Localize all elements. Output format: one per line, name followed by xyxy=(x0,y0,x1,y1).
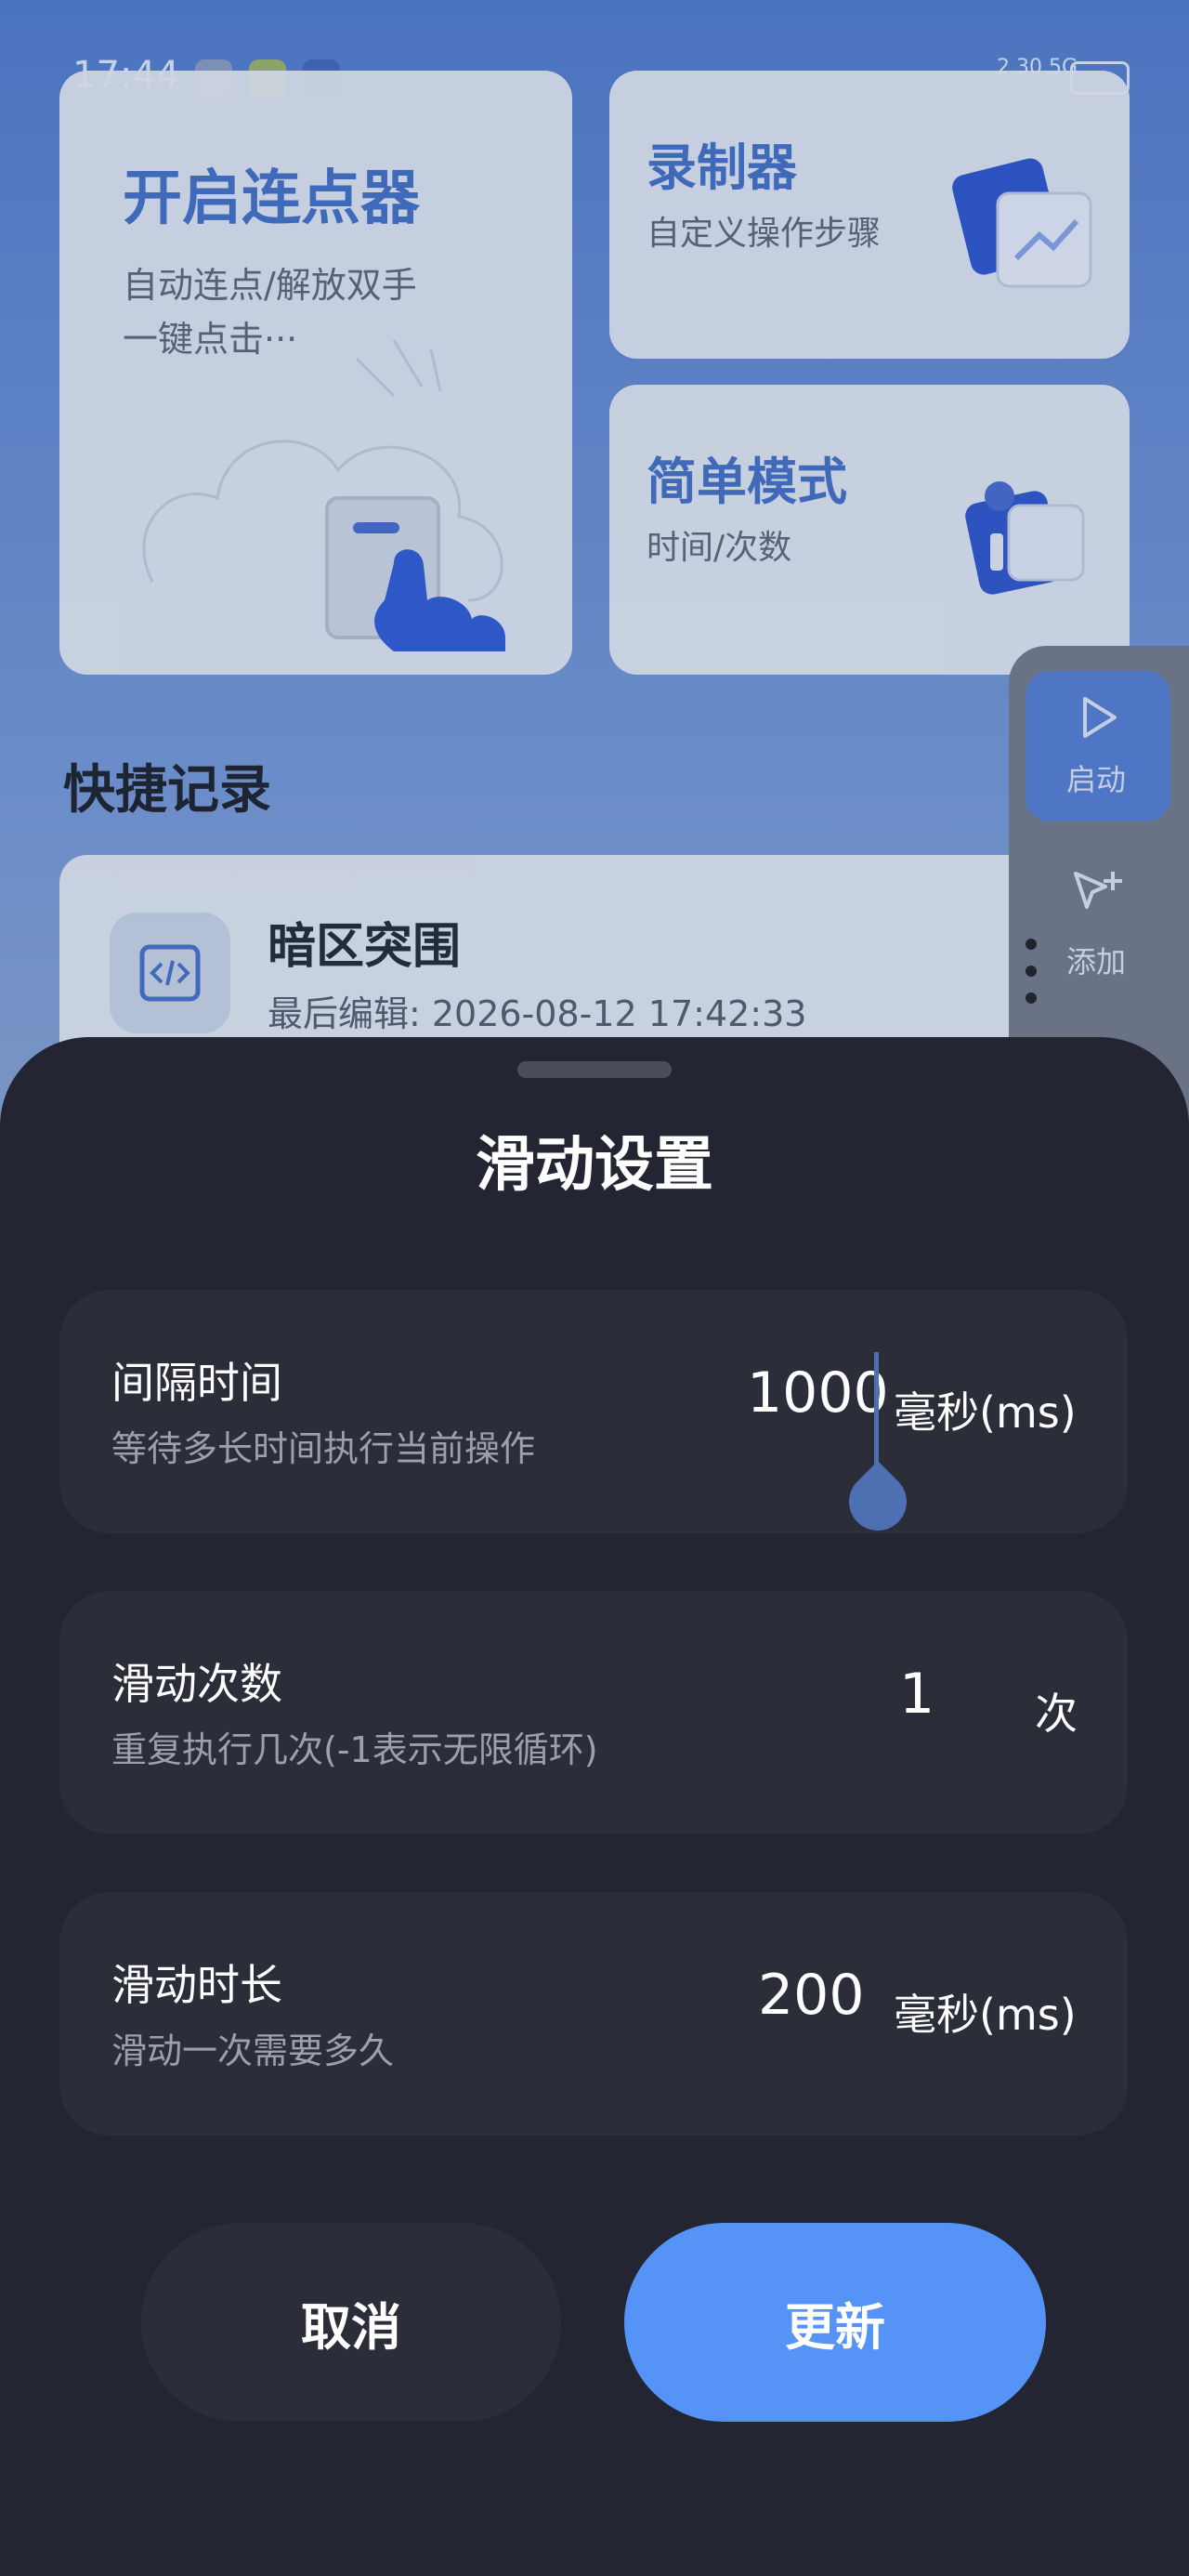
hand-pointer-icon xyxy=(142,339,505,651)
swipe-duration-unit: 毫秒(ms) xyxy=(894,1990,1077,2040)
play-icon xyxy=(1083,697,1117,738)
start-button[interactable]: 启动 xyxy=(1026,671,1170,821)
add-label: 添加 xyxy=(1066,944,1127,979)
cancel-label: 取消 xyxy=(301,2297,401,2357)
add-cursor-icon xyxy=(1074,872,1122,909)
interval-setting-row: 间隔时间 等待多长时间执行当前操作 1000 毫秒(ms) xyxy=(59,1290,1128,1533)
swipe-duration-desc: 滑动一次需要多久 xyxy=(111,2031,395,2071)
quick-records-title: 快捷记录 xyxy=(63,760,271,821)
chart-image-icon xyxy=(952,158,1092,288)
record-last-edit: 最后编辑: 2026-08-12 17:42:33 xyxy=(268,993,807,1034)
simple-mode-card[interactable]: 简单模式 时间/次数 xyxy=(609,385,1130,675)
add-button[interactable]: 添加 xyxy=(1026,846,1170,985)
interval-input[interactable]: 1000 xyxy=(747,1360,889,1426)
swipe-count-row: 滑动次数 重复执行几次(-1表示无限循环) 1 次 xyxy=(59,1591,1128,1834)
cancel-button[interactable]: 取消 xyxy=(141,2223,561,2422)
simple-mode-title: 简单模式 xyxy=(647,453,847,511)
interval-desc: 等待多长时间执行当前操作 xyxy=(111,1428,536,1469)
auto-clicker-title: 开启连点器 xyxy=(123,164,420,233)
auto-clicker-line1: 自动连点/解放双手 xyxy=(123,265,417,306)
auto-clicker-card[interactable]: 开启连点器 自动连点/解放双手 一键点击··· xyxy=(59,71,572,675)
interval-title: 间隔时间 xyxy=(111,1358,282,1408)
sheet-title: 滑动设置 xyxy=(476,1131,713,1200)
update-button[interactable]: 更新 xyxy=(624,2223,1046,2422)
more-vertical-icon[interactable] xyxy=(1022,939,1040,1004)
interval-unit: 毫秒(ms) xyxy=(894,1387,1077,1438)
swipe-duration-title: 滑动时长 xyxy=(111,1960,282,2010)
swipe-count-unit: 次 xyxy=(1035,1689,1078,1739)
recorder-card[interactable]: 录制器 自定义操作步骤 xyxy=(609,71,1130,359)
swipe-count-input[interactable]: 1 xyxy=(899,1662,934,1727)
simple-mode-subtitle: 时间/次数 xyxy=(647,529,792,567)
swipe-duration-input[interactable]: 200 xyxy=(758,1963,865,2028)
update-label: 更新 xyxy=(785,2297,885,2357)
edit-illustration-icon xyxy=(965,481,1085,595)
swipe-count-title: 滑动次数 xyxy=(111,1659,282,1709)
recorder-subtitle: 自定义操作步骤 xyxy=(647,215,882,253)
code-icon xyxy=(110,913,230,1033)
swipe-settings-sheet: 滑动设置 间隔时间 等待多长时间执行当前操作 1000 毫秒(ms) 滑动次数 … xyxy=(0,1037,1189,2576)
swipe-count-desc: 重复执行几次(-1表示无限循环) xyxy=(111,1729,598,1770)
recorder-title: 录制器 xyxy=(647,138,797,197)
drag-handle[interactable] xyxy=(517,1061,672,1078)
record-name: 暗区突围 xyxy=(268,919,462,975)
start-label: 启动 xyxy=(1066,762,1127,797)
swipe-duration-row: 滑动时长 滑动一次需要多久 200 毫秒(ms) xyxy=(59,1892,1128,2136)
